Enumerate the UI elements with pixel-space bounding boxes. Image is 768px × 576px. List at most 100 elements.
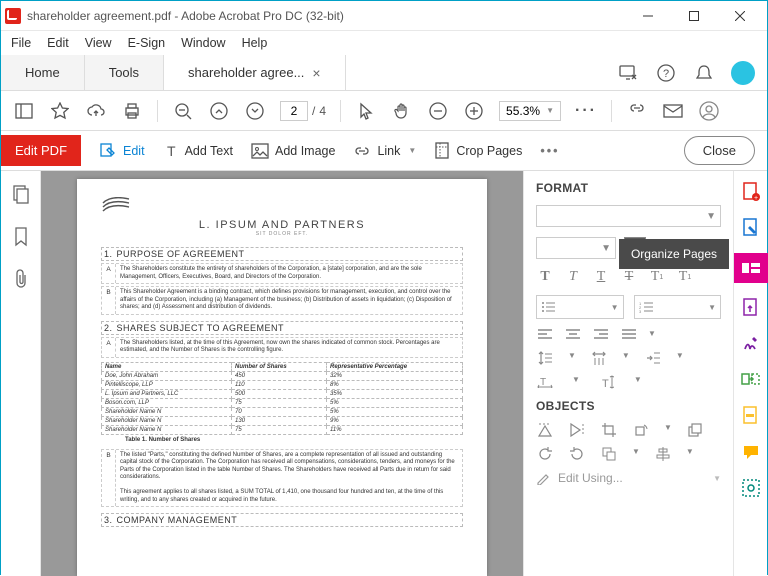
flip-h-icon[interactable] [568, 423, 586, 437]
edit-pdf-toolbar: Edit PDF Edit T Add Text Add Image Link▼… [1, 131, 767, 171]
crop-obj-icon[interactable] [600, 423, 618, 437]
strikethrough-icon[interactable]: T [620, 269, 638, 285]
tab-tools[interactable]: Tools [85, 55, 164, 90]
comment-icon[interactable] [740, 441, 762, 463]
tab-home[interactable]: Home [1, 55, 85, 90]
line-spacing-icon[interactable] [536, 351, 554, 365]
rotate-cw-icon[interactable] [568, 447, 586, 461]
edit-more-button[interactable]: ••• [540, 144, 559, 158]
page-total: 4 [319, 104, 326, 118]
more-tools-icon[interactable] [740, 477, 762, 499]
font-family-select[interactable]: ▼ [536, 205, 721, 227]
align-center-icon[interactable] [564, 329, 582, 341]
share-screen-icon[interactable] [617, 62, 639, 84]
edit-button[interactable]: Edit [99, 142, 145, 160]
menu-view[interactable]: View [85, 36, 112, 50]
print-icon[interactable] [121, 100, 143, 122]
align-justify-icon[interactable] [620, 329, 638, 341]
table-caption: Table 1. Number of Shares [101, 437, 463, 443]
superscript-icon[interactable]: T1 [648, 269, 666, 285]
close-window-button[interactable] [717, 2, 763, 30]
height-scale-icon[interactable]: T [598, 375, 616, 389]
active-tool-icon[interactable] [734, 253, 768, 283]
panel-collapse-button[interactable]: ▶ [523, 363, 524, 383]
zoom-select[interactable]: 55.3%▼ [499, 101, 561, 121]
rotate-icon[interactable] [632, 423, 650, 437]
add-image-button[interactable]: Add Image [251, 143, 335, 159]
document-page: L. IPSUM AND PARTNERS SIT DOLOR EFT. 1.P… [77, 179, 487, 576]
profile-icon[interactable] [698, 100, 720, 122]
user-avatar[interactable] [731, 61, 755, 85]
redact-icon[interactable] [740, 405, 762, 427]
align-right-icon[interactable] [592, 329, 610, 341]
help-icon[interactable]: ? [655, 62, 677, 84]
bold-icon[interactable]: T [536, 269, 554, 285]
add-text-button[interactable]: T Add Text [163, 143, 233, 159]
email-icon[interactable] [662, 100, 684, 122]
create-pdf-icon[interactable]: + [740, 181, 762, 203]
maximize-button[interactable] [671, 2, 717, 30]
toolbar-more-icon[interactable]: ··· [575, 100, 597, 122]
pointer-icon[interactable] [355, 100, 377, 122]
tab-document-label: shareholder agree... [188, 65, 304, 80]
width-scale-icon[interactable]: T [536, 375, 554, 389]
link-share-icon[interactable] [626, 100, 648, 122]
tab-close-button[interactable]: × [312, 65, 320, 81]
link-icon [353, 144, 371, 158]
zoom-in-icon[interactable] [463, 100, 485, 122]
page-current-input[interactable] [280, 101, 308, 121]
subscript-icon[interactable]: T1 [676, 269, 694, 285]
text-style-row: T T T T T1 T1 [536, 269, 721, 285]
organize-pages-icon[interactable] [740, 369, 762, 391]
bullet-list-select[interactable]: ▼ [536, 295, 624, 319]
sidebar-toggle-icon[interactable] [13, 100, 35, 122]
svg-text:+: + [753, 195, 757, 202]
letter-spacing-icon[interactable] [590, 351, 608, 365]
notification-bell-icon[interactable] [693, 62, 715, 84]
objects-heading: OBJECTS [536, 399, 721, 413]
fill-sign-icon[interactable] [740, 333, 762, 355]
cloud-upload-icon[interactable] [85, 100, 107, 122]
rotate-ccw-icon[interactable] [536, 447, 554, 461]
replace-icon[interactable] [686, 423, 704, 437]
bookmark-icon[interactable] [14, 227, 28, 247]
align-left-icon[interactable] [536, 329, 554, 341]
menu-edit[interactable]: Edit [47, 36, 69, 50]
underline-icon[interactable]: T [592, 269, 610, 285]
arrange-icon[interactable] [600, 447, 618, 461]
menu-help[interactable]: Help [242, 36, 268, 50]
attachment-icon[interactable] [13, 269, 29, 289]
objects-row2: ▼ ▼ [536, 447, 721, 461]
tab-document[interactable]: shareholder agree... × [164, 55, 346, 90]
flip-v-icon[interactable] [536, 423, 554, 437]
menu-esign[interactable]: E-Sign [128, 36, 166, 50]
menu-window[interactable]: Window [181, 36, 225, 50]
section-1-heading: 1.PURPOSE OF AGREEMENT [101, 247, 463, 261]
main-toolbar: / 4 55.3%▼ ··· [1, 91, 767, 131]
number-list-select[interactable]: 123▼ [634, 295, 722, 319]
export-pdf-icon[interactable] [740, 297, 762, 319]
align-obj-icon[interactable] [654, 447, 672, 461]
menu-bar: File Edit View E-Sign Window Help [1, 31, 767, 55]
prev-page-icon[interactable] [208, 100, 230, 122]
font-size-select[interactable]: ▼ [536, 237, 616, 259]
star-icon[interactable] [49, 100, 71, 122]
crop-button[interactable]: Crop Pages [434, 142, 522, 160]
pencil-icon [536, 471, 550, 485]
edit-pdf-rail-icon[interactable] [740, 217, 762, 239]
menu-file[interactable]: File [11, 36, 31, 50]
thumbnails-icon[interactable] [12, 185, 30, 205]
link-button[interactable]: Link▼ [353, 144, 416, 158]
indent-icon[interactable] [644, 351, 662, 365]
italic-icon[interactable]: T [564, 269, 582, 285]
document-viewport[interactable]: L. IPSUM AND PARTNERS SIT DOLOR EFT. 1.P… [41, 171, 523, 576]
minimize-button[interactable] [625, 2, 671, 30]
close-edit-button[interactable]: Close [684, 136, 755, 165]
zoom-out2-icon[interactable] [427, 100, 449, 122]
firm-name: L. IPSUM AND PARTNERS [101, 219, 463, 231]
zoom-out-icon[interactable] [172, 100, 194, 122]
edit-using-button[interactable]: Edit Using...▼ [536, 471, 721, 485]
hand-icon[interactable] [391, 100, 413, 122]
next-page-icon[interactable] [244, 100, 266, 122]
main-area: L. IPSUM AND PARTNERS SIT DOLOR EFT. 1.P… [1, 171, 767, 576]
